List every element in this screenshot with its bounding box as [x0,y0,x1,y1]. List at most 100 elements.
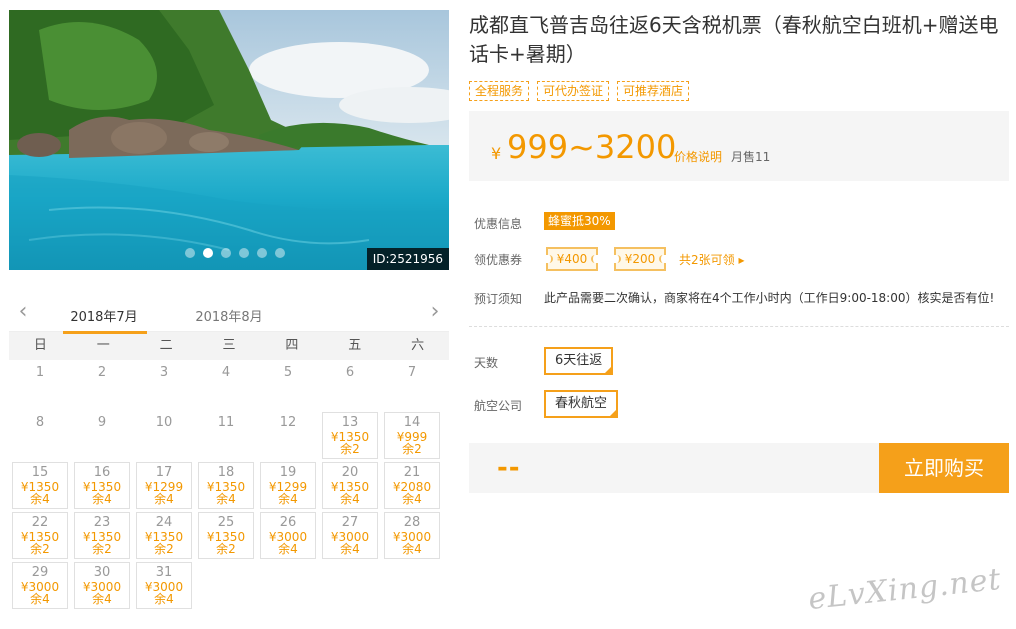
weekday-label: 三 [222,338,236,353]
day-number: 25 [217,515,235,530]
calendar-day-available[interactable]: 23 ¥1350 余2 [74,512,130,559]
calendar-day-available[interactable]: 14 ¥999 余2 [384,412,440,459]
day-stock: 余4 [92,492,112,506]
coupon-count-link[interactable]: 共2张可领 ▸ [679,251,744,268]
section-divider [469,326,1009,327]
day-number: 26 [279,515,297,530]
prev-month-arrow-icon[interactable]: ‹ [15,301,31,323]
calendar-day-available[interactable]: 17 ¥1299 余4 [136,462,192,509]
day-number: 18 [217,465,235,480]
carousel-dot[interactable] [221,248,231,258]
day-stock: 余4 [402,542,422,556]
calendar-day-available[interactable]: 19 ¥1299 余4 [260,462,316,509]
calendar-day-available[interactable]: 30 ¥3000 余4 [74,562,130,609]
day-number: 22 [31,515,49,530]
day-number: 19 [279,465,297,480]
hero-image[interactable]: ID:2521956 [9,10,449,270]
calendar-day-available[interactable]: 15 ¥1350 余4 [12,462,68,509]
day-number: 9 [97,415,107,430]
coupon-400[interactable]: ¥400 [545,247,599,271]
monthly-sales: 月售11 [731,150,771,164]
calendar-day: 8 [9,410,71,460]
product-page: ID:2521956 ‹ 2018年7月 2018年8月 › 日 一 二 三 四… [0,0,1016,629]
calendar-day-available[interactable]: 20 ¥1350 余4 [322,462,378,509]
day-stock: 余4 [340,492,360,506]
calendar-day: 10 [133,410,195,460]
service-tag: 可推荐酒店 [617,81,690,101]
promo-label: 优惠信息 [474,217,523,231]
day-number: 6 [345,365,355,380]
date-calendar: ‹ 2018年7月 2018年8月 › 日 一 二 三 四 五 六 123456… [9,296,449,610]
price-range: 999~3200 [507,128,677,166]
day-number: 29 [31,565,49,580]
day-number: 7 [407,365,417,380]
day-number: 2 [97,365,107,380]
beach-photo [9,10,449,270]
day-number: 12 [279,415,297,430]
calendar-header: ‹ 2018年7月 2018年8月 › [9,296,449,334]
airline-label: 航空公司 [474,399,523,413]
calendar-day-grid: 1 2 3 4 5 6 7 8 9 10 11 12 13 ¥1350 余2 14 ¥999 余2 15 ¥1350 余… [9,360,443,610]
day-number: 14 [403,415,421,430]
day-stock: 余2 [340,442,360,456]
calendar-day: 9 [71,410,133,460]
carousel-dot[interactable] [203,248,213,258]
day-number: 21 [403,465,421,480]
calendar-day-available[interactable]: 16 ¥1350 余4 [74,462,130,509]
day-number: 28 [403,515,421,530]
day-number: 1 [35,365,45,380]
coupon-200[interactable]: ¥200 [613,247,667,271]
weekday-label: 日 [33,338,47,353]
calendar-day-available[interactable]: 21 ¥2080 余4 [384,462,440,509]
carousel-dot[interactable] [257,248,267,258]
day-stock: 余4 [278,542,298,556]
calendar-day-available[interactable]: 27 ¥3000 余4 [322,512,378,559]
day-number: 3 [159,365,169,380]
calendar-day-available[interactable]: 22 ¥1350 余2 [12,512,68,559]
calendar-day-available[interactable]: 29 ¥3000 余4 [12,562,68,609]
day-number: 15 [31,465,49,480]
booking-notice: 此产品需要二次确认，商家将在4个工作小时内（工作日9:00-18:00）核实是否… [544,291,995,305]
day-number: 23 [93,515,111,530]
days-option-selected[interactable]: 6天往返 [544,347,614,375]
carousel-dot[interactable] [185,248,195,258]
calendar-day-available[interactable]: 24 ¥1350 余2 [136,512,192,559]
carousel-dot[interactable] [275,248,285,258]
day-number: 4 [221,365,231,380]
day-number: 24 [155,515,173,530]
day-number: 17 [155,465,173,480]
tab-month-august[interactable]: 2018年8月 [188,306,270,325]
coupon-label: 领优惠券 [474,253,523,267]
price-note-link[interactable]: 价格说明 [674,148,722,165]
carousel-dot[interactable] [239,248,249,258]
buy-now-button[interactable]: 立即购买 [879,443,1009,493]
calendar-day-available[interactable]: 13 ¥1350 余2 [322,412,378,459]
day-number: 31 [155,565,173,580]
calendar-day-available[interactable]: 26 ¥3000 余4 [260,512,316,559]
airline-option-selected[interactable]: 春秋航空 [544,390,619,418]
next-month-arrow-icon[interactable]: › [427,301,443,323]
calendar-day-available[interactable]: 28 ¥3000 余4 [384,512,440,559]
site-watermark: eLvXing.net [806,561,1004,618]
day-stock: 余4 [154,592,174,606]
weekday-label: 四 [285,338,299,353]
calendar-day: 3 [133,360,195,410]
price-panel: ¥ 999~3200 价格说明 月售11 [469,111,1009,181]
day-stock: 余4 [92,592,112,606]
day-stock: 余4 [278,492,298,506]
calendar-day-available[interactable]: 25 ¥1350 余2 [198,512,254,559]
calendar-day: 7 [381,360,443,410]
tab-month-july[interactable]: 2018年7月 [63,306,147,334]
calendar-day-available[interactable]: 31 ¥3000 余4 [136,562,192,609]
purchase-bar: -- 立即购买 [469,443,1009,493]
promo-badge: 蜂蜜抵30% [544,212,615,230]
calendar-day: 6 [319,360,381,410]
day-number: 13 [341,415,359,430]
day-stock: 余2 [154,542,174,556]
booking-label: 预订须知 [474,292,523,306]
service-tag: 全程服务 [469,81,530,101]
calendar-day-available[interactable]: 18 ¥1350 余4 [198,462,254,509]
calendar-day: 1 [9,360,71,410]
weekday-label: 二 [159,338,173,353]
day-number: 11 [217,415,235,430]
